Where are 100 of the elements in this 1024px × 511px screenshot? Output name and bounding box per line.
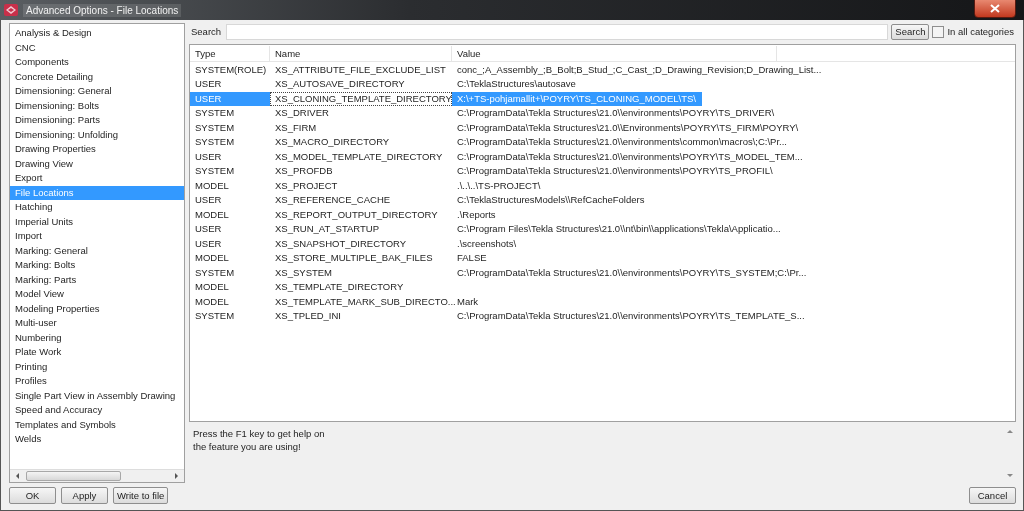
table-cell: X:\+TS-pohjamallit+\POYRY\TS_CLONING_MODEL\TS\ xyxy=(452,91,702,107)
table-cell-text: XS_STORE_MULTIPLE_BAK_FILES xyxy=(274,251,434,266)
category-item[interactable]: Plate Work xyxy=(10,345,184,360)
category-item[interactable]: Marking: General xyxy=(10,243,184,258)
search-field[interactable] xyxy=(226,23,889,40)
table-cell-text: .\Reports xyxy=(456,207,497,222)
column-header[interactable]: Name xyxy=(270,45,452,61)
table-cell-text: XS_FIRM xyxy=(274,120,318,135)
table-cell-text: XS_REPORT_OUTPUT_DIRECTORY xyxy=(274,207,439,222)
category-item[interactable]: Multi-user xyxy=(10,316,184,331)
table-cell-text: MODEL xyxy=(194,280,230,295)
table-cell-text: MODEL xyxy=(194,251,230,266)
table-cell-text: SYSTEM xyxy=(194,135,236,150)
table-cell-text: XS_PROJECT xyxy=(274,178,339,193)
table-cell-text: USER xyxy=(194,236,223,251)
table-cell-text: FALSE xyxy=(456,251,488,266)
category-item[interactable]: Printing xyxy=(10,359,184,374)
category-item[interactable]: CNC xyxy=(10,40,184,55)
checkbox[interactable] xyxy=(932,25,945,38)
table-cell-text: USER xyxy=(194,222,223,237)
category-item[interactable]: Marking: Parts xyxy=(10,272,184,287)
table-cell: USER xyxy=(190,91,270,107)
category-item[interactable]: Concrete Detailing xyxy=(10,69,184,84)
category-item[interactable]: Drawing Properties xyxy=(10,142,184,157)
window-title: Advanced Options - File Locations xyxy=(23,3,182,17)
help-text: the feature you are using! xyxy=(193,439,302,453)
table-cell-text: XS_RUN_AT_STARTUP xyxy=(274,222,380,237)
help-text: Press the F1 key to get help on xyxy=(193,426,326,440)
category-item[interactable]: Dimensioning: Parts xyxy=(10,113,184,128)
table-cell-text: C:\ProgramData\Tekla Structures\21.0\\environments\POYRY\TS_MODEL_TEM... xyxy=(456,149,804,164)
checkbox-label: In all categories xyxy=(947,26,1015,38)
scroll-left-icon[interactable] xyxy=(14,472,22,480)
category-item[interactable]: Marking: Bolts xyxy=(10,258,184,273)
table-cell-text: C:\ProgramData\Tekla Structures\21.0\\environments\POYRY\TS_DRIVER\ xyxy=(456,106,776,121)
scrollbar-thumb[interactable] xyxy=(26,471,121,481)
table-cell-text: SYSTEM(ROLE) xyxy=(194,62,268,77)
category-item[interactable]: Single Part View in Assembly Drawing xyxy=(10,388,184,403)
table-cell-text: C:\ProgramData\Tekla Structures\21.0\\environments\common\macros\;C:\Pr... xyxy=(456,135,788,150)
close-icon xyxy=(990,4,1000,13)
table-cell-text: XS_MODEL_TEMPLATE_DIRECTORY xyxy=(274,149,444,164)
search-button[interactable]: Search xyxy=(891,23,930,40)
table-cell-text: .\screenshots\ xyxy=(456,236,518,251)
dialog-button[interactable]: Cancel xyxy=(969,487,1016,504)
table-cell-text: C:\TeklaStructuresModels\\RefCacheFolders xyxy=(456,193,646,208)
close-button[interactable] xyxy=(974,0,1016,18)
table-cell-text: conc_;A_Assembly_;B_Bolt;B_Stud_;C_Cast_;D_Drawing_Revision;D_Drawing_List... xyxy=(456,62,823,77)
category-item[interactable]: Drawing View xyxy=(10,156,184,171)
dialog-button[interactable]: Write to file xyxy=(113,487,169,504)
column-header[interactable]: Value xyxy=(452,45,777,61)
category-item[interactable]: Templates and Symbols xyxy=(10,417,184,432)
table-cell-text: MODEL xyxy=(194,294,230,309)
table-cell-text: XS_DRIVER xyxy=(274,106,330,121)
table-cell-text: SYSTEM xyxy=(194,106,236,121)
table-cell-text: C:\TeklaStructures\autosave xyxy=(456,77,577,92)
table-cell-text: C:\ProgramData\Tekla Structures\21.0\\Environments\POYRY\TS_FIRM\POYRY\ xyxy=(456,120,800,135)
category-item[interactable]: Export xyxy=(10,171,184,186)
category-item[interactable]: Hatching xyxy=(10,200,184,215)
category-item[interactable]: Speed and Accuracy xyxy=(10,403,184,418)
table-cell-text: USER xyxy=(194,77,223,92)
table-cell-text: C:\Program Files\Tekla Structures\21.0\\nt\bin\\applications\Tekla\Applicatio... xyxy=(456,222,782,237)
horizontal-scrollbar[interactable] xyxy=(10,469,184,482)
table-cell: XS_CLONING_TEMPLATE_DIRECTORY xyxy=(270,91,452,107)
table-cell-text: USER xyxy=(194,193,223,208)
category-item[interactable]: Import xyxy=(10,229,184,244)
table-cell-text: XS_ATTRIBUTE_FILE_EXCLUDE_LIST xyxy=(274,62,447,77)
table-cell-text: MODEL xyxy=(194,178,230,193)
scroll-down-icon[interactable] xyxy=(1006,473,1014,479)
category-item[interactable]: Dimensioning: Bolts xyxy=(10,98,184,113)
table-cell-text: MODEL xyxy=(194,207,230,222)
scroll-up-icon[interactable] xyxy=(1006,427,1014,434)
table-cell-text: XS_REFERENCE_CACHE xyxy=(274,193,392,208)
table-cell-text: USER xyxy=(194,149,223,164)
category-item[interactable]: Numbering xyxy=(10,330,184,345)
table-cell-text: SYSTEM xyxy=(194,164,236,179)
category-item[interactable]: Welds xyxy=(10,432,184,447)
category-item[interactable]: Dimensioning: Unfolding xyxy=(10,127,184,142)
table-cell-text: C:\ProgramData\Tekla Structures\21.0\\environments\POYRY\TS_SYSTEM;C:\Pr... xyxy=(456,265,808,280)
category-item[interactable]: Analysis & Design xyxy=(10,26,184,41)
search-label: Search xyxy=(190,26,223,38)
category-item[interactable]: Modeling Properties xyxy=(10,301,184,316)
scroll-right-icon[interactable] xyxy=(172,472,180,480)
category-item[interactable]: Components xyxy=(10,55,184,70)
category-item[interactable]: Model View xyxy=(10,287,184,302)
table-cell-text: C:\ProgramData\Tekla Structures\21.0\\environments\POYRY\TS_TEMPLATE_S... xyxy=(456,309,806,324)
category-item[interactable]: Profiles xyxy=(10,374,184,389)
table-cell-text: C:\ProgramData\Tekla Structures\21.0\\environments\POYRY\TS_PROFIL\ xyxy=(456,164,774,179)
table-cell-text: XS_SYSTEM xyxy=(274,265,334,280)
table-cell-text: SYSTEM xyxy=(194,120,236,135)
table-cell-text: XS_TPLED_INI xyxy=(274,309,342,324)
category-item[interactable]: Imperial Units xyxy=(10,214,184,229)
app-logo-icon xyxy=(4,4,18,16)
column-header[interactable]: Type xyxy=(190,45,270,61)
dialog-button[interactable]: Apply xyxy=(61,487,108,504)
table-cell-text: SYSTEM xyxy=(194,309,236,324)
table-cell-text: XS_TEMPLATE_DIRECTORY xyxy=(274,280,405,295)
dialog-button[interactable]: OK xyxy=(9,487,56,504)
table-cell-text: XS_SNAPSHOT_DIRECTORY xyxy=(274,236,408,251)
category-item[interactable]: Dimensioning: General xyxy=(10,84,184,99)
table-cell-text: XS_PROFDB xyxy=(274,164,334,179)
table-cell-text: XS_AUTOSAVE_DIRECTORY xyxy=(274,77,406,92)
